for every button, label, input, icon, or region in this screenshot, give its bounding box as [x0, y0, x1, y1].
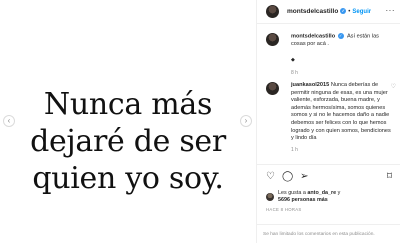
caption-time: 8 h	[291, 70, 298, 77]
caption-body: montsdelcastillo ✓ Así están las cosas p…	[291, 33, 394, 78]
bookmark-icon[interactable]: ⌑	[387, 171, 392, 183]
instagram-post-modal: Nunca más dejaré de ser quien yo soy. ‹ …	[0, 0, 400, 243]
post-side-panel: montsdelcastillo ✓ • Seguir ··· montsdelc…	[256, 0, 400, 243]
post-timestamp[interactable]: HACE 8 HORAS	[266, 207, 392, 212]
caption-verified-icon: ✓	[337, 33, 344, 39]
likes-text: Les gusta a anto_da_re y 5696 personas m…	[278, 190, 340, 204]
comment-icon[interactable]: ◯	[282, 171, 293, 183]
caption-item: montsdelcastillo ✓ Así están las cosas p…	[266, 33, 394, 78]
verified-badge-icon: ✓	[340, 8, 347, 15]
comments-list: montsdelcastillo ✓ Así están las cosas p…	[257, 24, 400, 164]
chevron-left-icon: ‹	[7, 116, 11, 125]
commenter-avatar[interactable]	[266, 82, 279, 95]
author-avatar[interactable]	[266, 5, 279, 18]
likes-prefix: Les gusta a	[278, 190, 306, 196]
quote-line-3: quien yo soy.	[32, 161, 224, 196]
quote-line-1: Nunca más	[43, 87, 213, 122]
commenter-username[interactable]: juankasol2015	[291, 82, 329, 88]
author-username-text[interactable]: montsdelcastillo	[287, 8, 338, 15]
follow-button[interactable]: Seguir	[352, 9, 371, 15]
next-post-button[interactable]: ›	[240, 115, 252, 127]
comments-limited-text: Se han limitado los comentarios en esta …	[263, 231, 375, 237]
heart-icon[interactable]: ♡	[266, 171, 275, 183]
author-username[interactable]: montsdelcastillo ✓	[287, 8, 347, 15]
comment-text: Nunca deberías de permitir ninguna de es…	[291, 82, 391, 142]
more-options-icon[interactable]: ···	[386, 6, 396, 15]
caption-emoji: ◆	[291, 56, 295, 63]
comment-item: juankasol2015 Nunca deberías de permitir…	[266, 82, 396, 154]
comment-like-icon[interactable]: ♡	[391, 83, 396, 90]
comment-body: juankasol2015 Nunca deberías de permitir…	[291, 82, 394, 154]
post-header: montsdelcastillo ✓ • Seguir ···	[257, 0, 400, 24]
previous-post-button[interactable]: ‹	[3, 115, 15, 127]
likes-conjunction: y	[337, 190, 341, 196]
comments-limited-notice: Se han limitado los comentarios en esta …	[257, 224, 400, 243]
action-icons: ♡ ◯ ➢ ⌑	[266, 171, 392, 183]
caption-avatar[interactable]	[266, 33, 279, 46]
quote-line-2: dejaré de ser	[30, 124, 226, 159]
liker-avatar[interactable]	[266, 193, 274, 201]
chevron-right-icon: ›	[244, 116, 248, 125]
comment-time: 1 h	[291, 146, 298, 153]
quote-text: Nunca más dejaré de ser quien yo soy.	[0, 86, 256, 197]
likes-row: Les gusta a anto_da_re y 5696 personas m…	[266, 190, 392, 204]
likes-count[interactable]: 5696 personas más	[278, 197, 328, 203]
separator-dot: •	[348, 8, 351, 15]
liker-username[interactable]: anto_da_re	[307, 190, 336, 196]
caption-username[interactable]: montsdelcastillo	[291, 33, 335, 39]
post-actions: ♡ ◯ ➢ ⌑ Les gusta a anto_da_re y 5696 pe…	[257, 164, 400, 212]
post-image: Nunca más dejaré de ser quien yo soy. ‹ …	[0, 0, 256, 243]
share-icon[interactable]: ➢	[300, 171, 308, 183]
